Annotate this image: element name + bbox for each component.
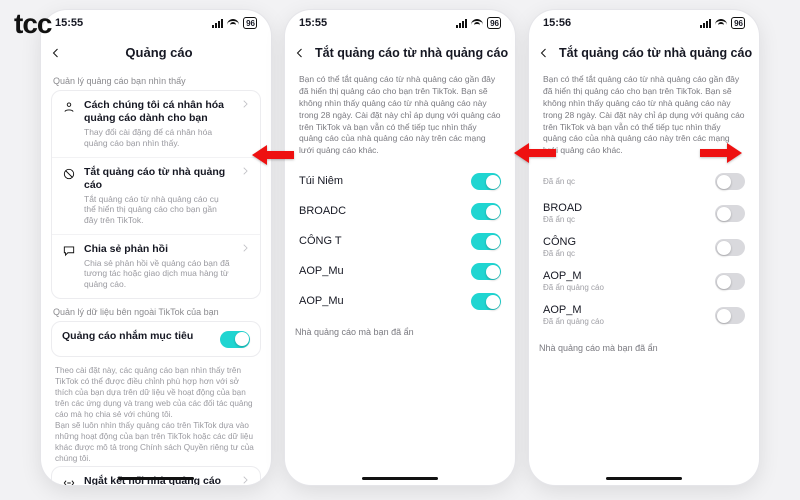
row-share-feedback[interactable]: Chia sẻ phản hồi Chia sẻ phản hồi về quả… <box>52 234 260 298</box>
back-button[interactable] <box>291 44 309 62</box>
advertiser-toggle[interactable] <box>471 263 501 280</box>
home-indicator <box>362 477 438 481</box>
chevron-right-icon <box>240 475 250 485</box>
status-bar: 15:55 96 <box>41 10 271 36</box>
wifi-icon <box>227 19 239 28</box>
advertiser-row: Túi Niêm <box>295 165 505 195</box>
back-button[interactable] <box>535 44 553 62</box>
signal-icon <box>212 19 223 28</box>
page-description: Bạn có thể tắt quảng cáo từ nhà quảng cá… <box>539 70 749 165</box>
advertiser-row: CÔNG T <box>295 225 505 255</box>
targeted-ads-description: Theo cài đặt này, các quảng cáo bạn nhìn… <box>51 365 261 467</box>
ads-you-see-card: Cách chúng tôi cá nhân hóa quảng cáo dàn… <box>51 90 261 299</box>
advertiser-row: AOP_M Đã ẩn quảng cáo <box>539 297 749 331</box>
advertiser-status: Đã ẩn qc <box>543 249 576 258</box>
advertiser-name: BROAD <box>543 202 582 214</box>
home-indicator <box>606 477 682 481</box>
advertiser-toggle[interactable] <box>715 307 745 324</box>
targeted-ads-toggle[interactable] <box>220 331 250 348</box>
hidden-advertisers-label: Nhà quảng cáo mà bạn đã ẩn <box>295 327 505 337</box>
page-description: Bạn có thể tắt quảng cáo từ nhà quảng cá… <box>295 70 505 165</box>
advertiser-status: Đã ẩn quảng cáo <box>543 317 604 326</box>
row-title: Chia sẻ phản hồi <box>84 243 232 256</box>
advertiser-toggle[interactable] <box>471 203 501 220</box>
feedback-icon <box>62 244 76 258</box>
hide-ads-icon <box>62 167 76 181</box>
section-label-2: Quản lý dữ liệu bên ngoài TikTok của bạn <box>53 307 259 317</box>
status-time: 15:55 <box>299 17 327 29</box>
chevron-right-icon <box>240 166 250 179</box>
advertiser-row: AOP_M Đã ẩn quảng cáo <box>539 263 749 297</box>
phone-1: 15:55 96 Quảng cáo Quản lý quảng cáo bạn… <box>41 10 271 485</box>
phone-3: 15:56 96 Tắt quảng cáo từ nhà quảng cáo … <box>529 10 759 485</box>
chevron-right-icon <box>240 99 250 112</box>
page-header: Quảng cáo <box>41 36 271 70</box>
battery-icon: 96 <box>731 17 745 29</box>
chevron-right-icon <box>240 243 250 256</box>
advertiser-row: AOP_Mu <box>295 285 505 315</box>
row-targeted-ads[interactable]: Quảng cáo nhắm mục tiêu <box>52 322 260 356</box>
brand-logo: tcc <box>14 8 51 40</box>
advertiser-row: AOP_Mu <box>295 255 505 285</box>
advertiser-row: Đã ẩn qc <box>539 165 749 195</box>
status-time: 15:56 <box>543 17 571 29</box>
page-title: Tắt quảng cáo từ nhà quảng cáo <box>559 46 753 60</box>
disconnect-icon <box>62 476 76 485</box>
row-turn-off-ads[interactable]: Tắt quảng cáo từ nhà quảng cáo Tắt quảng… <box>52 157 260 234</box>
wifi-icon <box>715 19 727 28</box>
row-title: Quảng cáo nhắm mục tiêu <box>62 330 212 343</box>
advertiser-name: AOP_M <box>543 304 604 316</box>
row-desc: Thay đổi cài đặng để cá nhân hóa quảng c… <box>84 127 232 148</box>
row-title: Cách chúng tôi cá nhân hóa quảng cáo dàn… <box>84 99 232 125</box>
advertiser-toggle[interactable] <box>715 205 745 222</box>
status-bar: 15:55 96 <box>285 10 515 36</box>
wifi-icon <box>471 19 483 28</box>
row-personalize[interactable]: Cách chúng tôi cá nhân hóa quảng cáo dàn… <box>52 91 260 157</box>
advertiser-name: CÔNG T <box>299 235 342 247</box>
advertiser-name: BROADC <box>299 205 346 217</box>
advertiser-toggle[interactable] <box>715 273 745 290</box>
hidden-advertisers-label: Nhà quảng cáo mà bạn đã ẩn <box>539 343 749 353</box>
row-desc: Tắt quảng cáo từ nhà quảng cáo cụ thể hi… <box>84 194 232 226</box>
signal-icon <box>700 19 711 28</box>
row-title: Tắt quảng cáo từ nhà quảng cáo <box>84 166 232 192</box>
battery-icon: 96 <box>243 17 257 29</box>
signal-icon <box>456 19 467 28</box>
status-bar: 15:56 96 <box>529 10 759 36</box>
advertiser-toggle[interactable] <box>471 233 501 250</box>
advertiser-status: Đã ẩn qc <box>543 177 575 186</box>
section-label-1: Quản lý quảng cáo bạn nhìn thấy <box>53 76 259 86</box>
personalize-icon <box>62 100 76 114</box>
advertiser-list: Túi Niêm BROADC CÔNG T AOP_Mu AOP_Mu <box>295 165 505 315</box>
advertiser-status: Đã ẩn qc <box>543 215 582 224</box>
page-header: Tắt quảng cáo từ nhà quảng cáo <box>529 36 759 70</box>
advertiser-list: Đã ẩn qc BROAD Đã ẩn qc CÔNG Đã ẩn qc <box>539 165 749 331</box>
advertiser-name: AOP_Mu <box>299 265 344 277</box>
page-header: Tắt quảng cáo từ nhà quảng cáo <box>285 36 515 70</box>
advertiser-row: BROAD Đã ẩn qc <box>539 195 749 229</box>
phone-2: 15:55 96 Tắt quảng cáo từ nhà quảng cáo … <box>285 10 515 485</box>
row-desc: Chia sẻ phản hồi về quảng cáo bạn đã tươ… <box>84 258 232 290</box>
advertiser-name: AOP_M <box>543 270 604 282</box>
status-time: 15:55 <box>55 17 83 29</box>
page-title: Quảng cáo <box>53 45 265 60</box>
advertiser-name: Túi Niêm <box>299 175 343 187</box>
advertiser-row: BROADC <box>295 195 505 225</box>
advertiser-status: Đã ẩn quảng cáo <box>543 283 604 292</box>
advertiser-name: CÔNG <box>543 236 576 248</box>
advertiser-toggle[interactable] <box>715 239 745 256</box>
advertiser-toggle[interactable] <box>715 173 745 190</box>
page-title: Tắt quảng cáo từ nhà quảng cáo <box>315 46 509 60</box>
advertiser-toggle[interactable] <box>471 293 501 310</box>
targeted-ads-card: Quảng cáo nhắm mục tiêu <box>51 321 261 357</box>
advertiser-toggle[interactable] <box>471 173 501 190</box>
advertiser-row: CÔNG Đã ẩn qc <box>539 229 749 263</box>
battery-icon: 96 <box>487 17 501 29</box>
advertiser-name: AOP_Mu <box>299 295 344 307</box>
home-indicator <box>118 477 194 481</box>
